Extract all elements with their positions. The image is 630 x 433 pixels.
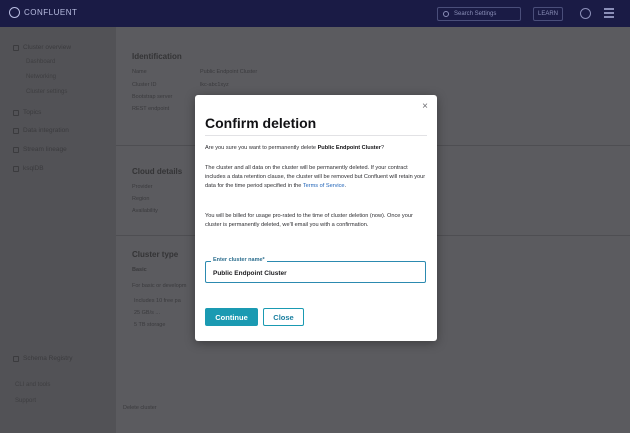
question-prefix: Are you sure you want to permanently del… bbox=[205, 145, 318, 151]
confluent-logo-icon bbox=[9, 7, 20, 18]
sidebar-item-label: Data integration bbox=[23, 127, 69, 134]
data-integration-icon bbox=[13, 127, 19, 134]
sidebar: Cluster overview Dashboard Networking Cl… bbox=[0, 27, 116, 433]
sidebar-subitem-networking[interactable]: Networking bbox=[26, 74, 56, 80]
search-placeholder: Search Settings bbox=[454, 11, 497, 17]
identification-row-cluster-id: Cluster ID bbox=[132, 82, 157, 88]
cluster-name-field: Enter cluster name* bbox=[205, 257, 426, 283]
menu-icon[interactable] bbox=[604, 8, 614, 20]
cluster-type-bullet: 5 TB storage bbox=[134, 322, 166, 328]
sidebar-item-topics[interactable]: Topics bbox=[13, 109, 41, 116]
sidebar-item-label: Schema Registry bbox=[23, 355, 73, 362]
confirm-deletion-dialog: × Confirm deletion Are you sure you want… bbox=[195, 95, 437, 341]
identification-heading: Identification bbox=[132, 52, 182, 61]
title-divider bbox=[205, 135, 427, 136]
topics-icon bbox=[13, 109, 19, 116]
cluster-type-heading: Cluster type bbox=[132, 250, 179, 259]
sidebar-item-label: Topics bbox=[23, 109, 42, 116]
cloud-row-availability: Availability bbox=[132, 208, 158, 214]
sidebar-item-data-integration[interactable]: Data integration bbox=[13, 127, 69, 134]
identification-row-rest: REST endpoint bbox=[132, 106, 170, 112]
cluster-type-value: Basic bbox=[132, 267, 147, 273]
sidebar-footer-support[interactable]: Support bbox=[15, 398, 36, 404]
top-navigation-bar: CONFLUENT Search Settings LEARN bbox=[0, 0, 630, 27]
cluster-name-emphasis: Public Endpoint Cluster bbox=[317, 145, 381, 151]
cloud-details-heading: Cloud details bbox=[132, 167, 183, 176]
schema-registry-icon bbox=[13, 355, 19, 362]
identification-row-bootstrap: Bootstrap server bbox=[132, 94, 173, 100]
sidebar-item-cluster-overview[interactable]: Cluster overview bbox=[13, 44, 71, 51]
retention-end: . bbox=[344, 183, 347, 189]
brand-name: CONFLUENT bbox=[24, 8, 78, 17]
stream-lineage-icon bbox=[13, 146, 19, 153]
search-icon bbox=[443, 11, 449, 17]
close-icon[interactable]: × bbox=[422, 101, 428, 112]
question-suffix: ? bbox=[380, 145, 385, 151]
ksqldb-icon bbox=[13, 165, 19, 172]
identification-row-name: Name bbox=[132, 69, 147, 75]
help-icon[interactable] bbox=[580, 8, 591, 19]
sidebar-item-schema-registry[interactable]: Schema Registry bbox=[13, 355, 73, 362]
close-button[interactable]: Close bbox=[263, 308, 304, 326]
billing-notice: You will be billed for usage pro-rated t… bbox=[205, 213, 413, 228]
sidebar-item-label: Stream lineage bbox=[23, 146, 67, 153]
settings-search-input[interactable]: Search Settings bbox=[437, 7, 521, 21]
delete-cluster-link[interactable]: Delete cluster bbox=[123, 405, 157, 411]
cluster-type-bullet: 25 GB/s ... bbox=[134, 310, 160, 316]
sidebar-item-ksqldb[interactable]: ksqlDB bbox=[13, 165, 44, 172]
overview-icon bbox=[13, 44, 19, 51]
cloud-row-region: Region bbox=[132, 196, 150, 202]
identification-value-name: Public Endpoint Cluster bbox=[200, 69, 258, 75]
learn-button[interactable]: LEARN bbox=[533, 7, 563, 21]
confirmation-question: Are you sure you want to permanently del… bbox=[205, 144, 429, 153]
retention-warning: The cluster and all data on the cluster … bbox=[205, 164, 429, 191]
sidebar-item-label: ksqlDB bbox=[23, 165, 44, 172]
cloud-row-provider: Provider bbox=[132, 184, 153, 190]
sidebar-item-stream-lineage[interactable]: Stream lineage bbox=[13, 146, 67, 153]
sidebar-subitem-dashboard[interactable]: Dashboard bbox=[26, 59, 55, 65]
dialog-title: Confirm deletion bbox=[205, 115, 317, 131]
cluster-type-description: For basic or developm bbox=[132, 283, 187, 289]
terms-of-service-link[interactable]: Terms of Service bbox=[303, 183, 345, 189]
confluent-logo[interactable]: CONFLUENT bbox=[9, 7, 77, 18]
cluster-name-input[interactable] bbox=[206, 262, 425, 282]
sidebar-item-label: Cluster overview bbox=[23, 44, 72, 51]
sidebar-subitem-cluster-settings[interactable]: Cluster settings bbox=[26, 89, 67, 95]
continue-button[interactable]: Continue bbox=[205, 308, 258, 326]
identification-value-cluster-id: lkc-abc1xyz bbox=[200, 82, 229, 88]
sidebar-footer-cli[interactable]: CLI and tools bbox=[15, 382, 50, 388]
cluster-type-bullet: Includes 10 free pa bbox=[134, 298, 181, 304]
